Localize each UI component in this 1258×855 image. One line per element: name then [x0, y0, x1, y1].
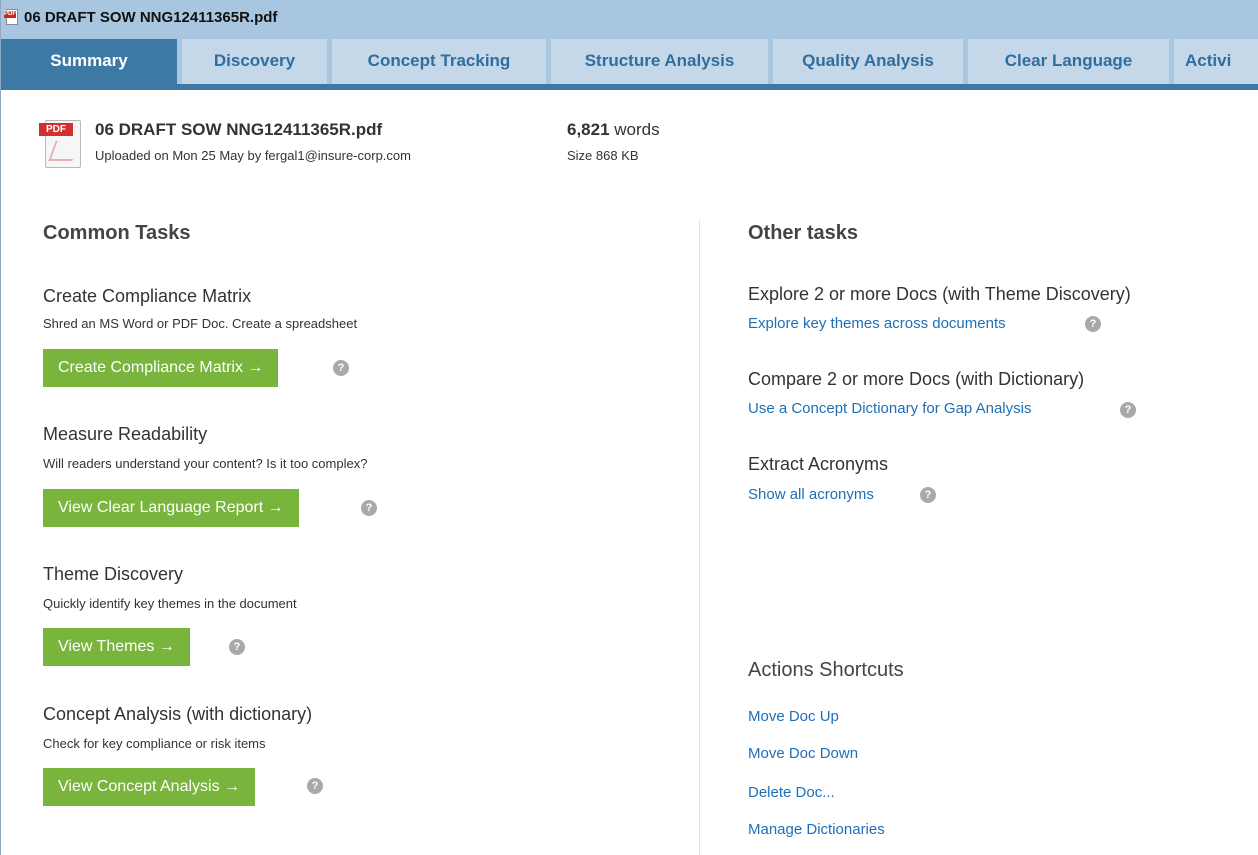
- task-desc-themes: Quickly identify key themes in the docum…: [43, 596, 297, 611]
- pdf-file-icon: PDF: [4, 9, 20, 25]
- task-desc-concept-analysis: Check for key compliance or risk items: [43, 736, 266, 751]
- help-icon[interactable]: ?: [920, 487, 936, 503]
- view-themes-button[interactable]: View Themes →: [43, 628, 190, 666]
- word-count: 6,821 words: [567, 120, 660, 139]
- help-icon[interactable]: ?: [333, 360, 349, 376]
- column-divider: [699, 220, 700, 855]
- other-task-title-compare: Compare 2 or more Docs (with Dictionary): [748, 369, 1085, 389]
- other-task-title-explore: Explore 2 or more Docs (with Theme Disco…: [748, 284, 1131, 304]
- tab-activity[interactable]: Activi: [1174, 39, 1258, 90]
- explore-themes-link[interactable]: Explore key themes across documents: [748, 315, 1006, 332]
- task-desc-readability: Will readers understand your content? Is…: [43, 456, 368, 471]
- tab-summary[interactable]: Summary: [1, 39, 182, 90]
- title-bar: PDF 06 DRAFT SOW NNG12411365R.pdf: [1, 0, 1258, 34]
- task-title-themes: Theme Discovery: [43, 564, 184, 584]
- upload-info: Uploaded on Mon 25 May by fergal1@insure…: [95, 148, 411, 163]
- document-name: 06 DRAFT SOW NNG12411365R.pdf: [95, 120, 383, 139]
- view-clear-language-report-button[interactable]: View Clear Language Report →: [43, 489, 299, 527]
- tab-underline: [1, 84, 1258, 90]
- tab-discovery[interactable]: Discovery: [182, 39, 332, 90]
- help-icon[interactable]: ?: [1085, 316, 1101, 332]
- tab-concept-tracking[interactable]: Concept Tracking: [332, 39, 551, 90]
- tab-clear-language[interactable]: Clear Language: [968, 39, 1174, 90]
- task-title-concept-analysis: Concept Analysis (with dictionary): [43, 704, 313, 724]
- tab-structure-analysis[interactable]: Structure Analysis: [551, 39, 773, 90]
- help-icon[interactable]: ?: [307, 778, 323, 794]
- move-doc-up-link[interactable]: Move Doc Up: [748, 708, 839, 725]
- document-size: Size 868 KB: [567, 148, 639, 163]
- manage-dictionaries-link[interactable]: Manage Dictionaries: [748, 821, 885, 838]
- window-title: 06 DRAFT SOW NNG12411365R.pdf: [24, 8, 278, 26]
- help-icon[interactable]: ?: [229, 639, 245, 655]
- task-title-compliance: Create Compliance Matrix: [43, 286, 252, 306]
- tab-bar: Summary Discovery Concept Tracking Struc…: [1, 34, 1258, 90]
- show-all-acronyms-link[interactable]: Show all acronyms: [748, 486, 874, 503]
- pdf-document-icon: PDF: [39, 120, 84, 170]
- view-concept-analysis-button[interactable]: View Concept Analysis →: [43, 768, 256, 806]
- concept-dictionary-gap-analysis-link[interactable]: Use a Concept Dictionary for Gap Analysi…: [748, 400, 1031, 417]
- create-compliance-matrix-button[interactable]: Create Compliance Matrix →: [43, 349, 279, 387]
- task-title-readability: Measure Readability: [43, 424, 208, 444]
- actions-shortcuts-heading: Actions Shortcuts: [748, 659, 904, 681]
- other-tasks-heading: Other tasks: [748, 222, 859, 244]
- help-icon[interactable]: ?: [1120, 402, 1136, 418]
- other-task-title-acronyms: Extract Acronyms: [748, 454, 889, 474]
- move-doc-down-link[interactable]: Move Doc Down: [748, 745, 858, 762]
- common-tasks-heading: Common Tasks: [43, 222, 191, 244]
- tab-quality-analysis[interactable]: Quality Analysis: [773, 39, 968, 90]
- task-desc-compliance: Shred an MS Word or PDF Doc. Create a sp…: [43, 316, 358, 331]
- app-frame: PDF 06 DRAFT SOW NNG12411365R.pdf Summar…: [0, 0, 1258, 855]
- delete-doc-link[interactable]: Delete Doc...: [748, 784, 835, 801]
- help-icon[interactable]: ?: [361, 500, 377, 516]
